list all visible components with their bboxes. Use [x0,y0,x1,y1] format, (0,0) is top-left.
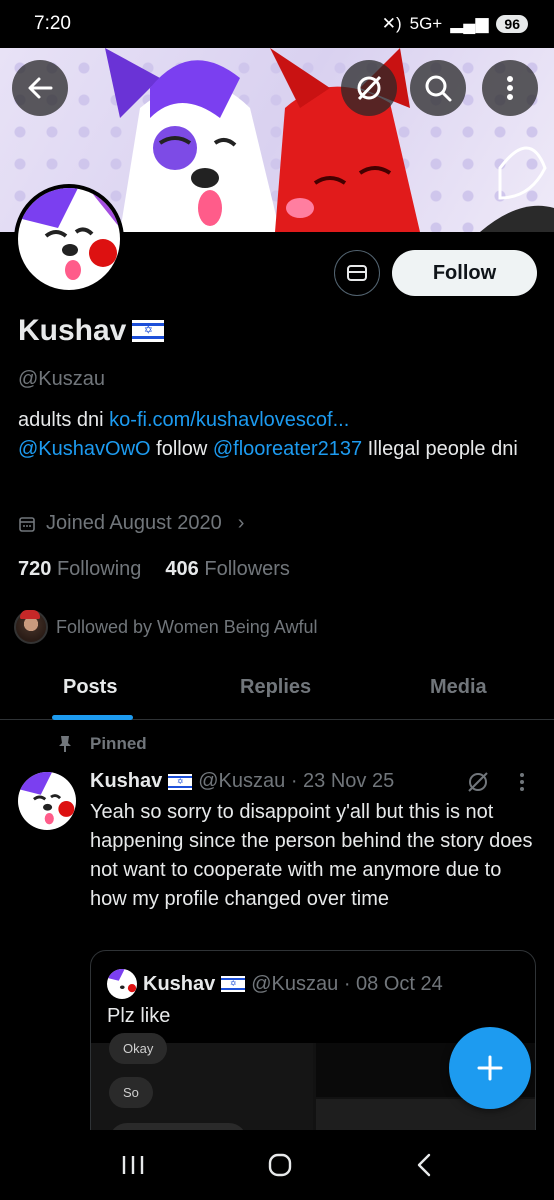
profile-avatar[interactable] [14,184,124,294]
post-author[interactable]: Kushav [90,770,162,793]
follow-button[interactable]: Follow [392,250,537,296]
israel-flag-icon: ✡ [132,320,165,342]
bio-text-follow: follow [150,438,213,460]
following-label: Following [56,558,142,580]
israel-flag-icon: ✡ [221,976,246,992]
avatar-artwork [18,188,120,290]
quote-handle-date: @Kuszau · 08 Oct 24 [251,972,443,995]
post-avatar[interactable] [18,772,76,830]
chip-okay: Okay [109,1033,168,1064]
envelope-icon [347,265,367,281]
followed-by-text: Followed by Women Being Awful [56,616,318,637]
tab-replies[interactable]: Replies [240,676,311,699]
bio-mention-kushavowo[interactable]: @KushavOwO [18,438,151,460]
tab-posts[interactable]: Posts [63,676,117,699]
signal-icon: ▂▄▆ [450,14,489,33]
followed-by[interactable]: Followed by Women Being Awful [14,610,317,644]
battery-badge: 96 [496,15,528,33]
back-arrow-icon [28,77,53,99]
followers-count: 406 [165,558,199,580]
more-vertical-icon [507,76,513,100]
display-name: Kushav [18,314,127,347]
plus-icon [477,1055,503,1081]
quote-text: Plz like [107,1005,171,1027]
grok-icon [357,75,382,101]
recent-apps-icon[interactable] [120,1154,146,1176]
calendar-icon [19,516,35,532]
status-time: 7:20 [34,13,71,34]
chevron-right-icon: › [237,512,245,534]
follow-counts: 720 Following 406 Followers [18,558,290,581]
bio-text-suffix: Illegal people dni [362,438,518,460]
israel-flag-icon: ✡ [168,773,193,790]
bio-text: adults dni [18,409,110,431]
profile-name: Kushav ✡ [18,314,165,348]
post-more-icon[interactable] [518,771,526,793]
system-nav-bar [0,1130,554,1200]
quote-avatar [107,969,137,999]
search-button[interactable] [410,60,466,116]
joined-date[interactable]: Joined August 2020 › [18,512,244,535]
pinned-label: Pinned [58,734,147,754]
message-button[interactable] [334,250,380,296]
followers-link[interactable]: 406 Followers [165,558,290,581]
quote-avatar-artwork [107,969,137,999]
post-avatar-artwork [18,772,76,830]
post-text: Yeah so sorry to disappoint y'all but th… [90,801,533,910]
compose-post-button[interactable] [449,1027,531,1109]
joined-text: Joined August 2020 [46,512,222,534]
quote-author: Kushav [143,972,216,995]
status-bar: 7:20 ✕) 5G+ ▂▄▆ 96 [0,0,554,48]
grok-button[interactable] [341,60,397,116]
search-icon [425,75,452,102]
bio-link[interactable]: ko-fi.com/kushavlovescof... [109,409,349,431]
back-button[interactable] [12,60,68,116]
more-options-button[interactable] [482,60,538,116]
follower-avatar [14,610,48,644]
tab-media[interactable]: Media [430,676,487,699]
post-handle-date: @Kuszau · 23 Nov 25 [198,770,395,792]
mute-icon: ✕) [381,14,402,33]
following-link[interactable]: 720 Following [18,558,141,581]
grok-icon[interactable] [466,770,490,794]
home-icon[interactable] [267,1152,293,1178]
bio-mention-flooreater[interactable]: @flooreater2137 [213,438,362,460]
active-tab-indicator [52,715,133,720]
network-label: 5G+ [409,14,443,33]
followers-label: Followers [204,558,290,580]
pin-icon [59,736,71,752]
pinned-text: Pinned [90,734,147,753]
post-header: Kushav ✡ @Kuszau · 23 Nov 25 [90,770,394,793]
system-back-icon[interactable] [414,1152,434,1178]
chip-so: So [109,1077,153,1108]
following-count: 720 [18,558,52,580]
profile-handle: @Kuszau [18,368,106,390]
profile-tabs: Posts Replies Media [0,660,554,720]
profile-bio: adults dni ko-fi.com/kushavlovescof... @… [18,406,538,464]
